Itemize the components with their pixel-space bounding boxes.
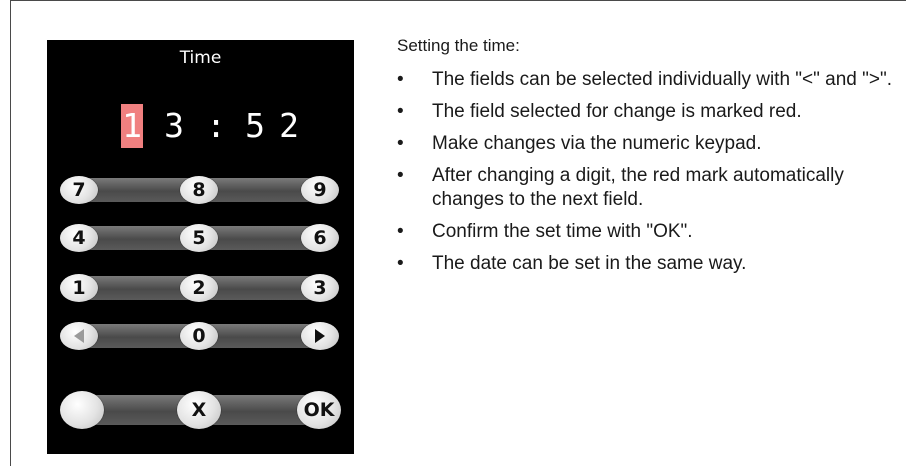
time-digit-hour-units[interactable]: 3	[163, 104, 185, 148]
instructions-panel: Setting the time: The fields can be sele…	[397, 36, 902, 284]
left-arrow-icon	[74, 329, 84, 343]
key-6[interactable]: 6	[301, 224, 339, 252]
instruction-item: After changing a digit, the red mark aut…	[397, 164, 902, 212]
instruction-item: Confirm the set time with "OK".	[397, 220, 902, 244]
screen-title: Time	[179, 48, 222, 68]
key-8[interactable]: 8	[180, 176, 218, 204]
key-0[interactable]: 0	[180, 322, 218, 350]
key-5[interactable]: 5	[180, 224, 218, 252]
time-digit-hour-tens[interactable]: 1	[121, 104, 143, 148]
keypad-row-4: 0	[60, 322, 339, 350]
keypad-row-5: X OK	[60, 391, 341, 429]
key-4[interactable]: 4	[60, 224, 98, 252]
keypad-row-3: 1 2 3	[60, 274, 339, 302]
key-2[interactable]: 2	[180, 274, 218, 302]
instruction-item: The fields can be selected individually …	[397, 68, 902, 92]
key-7[interactable]: 7	[60, 176, 98, 204]
instructions-intro: Setting the time:	[397, 36, 520, 55]
key-3[interactable]: 3	[301, 274, 339, 302]
right-arrow-icon	[315, 329, 325, 343]
instruction-item: Make changes via the numeric keypad.	[397, 132, 902, 156]
keypad-row-2: 4 5 6	[60, 224, 339, 252]
keypad-row-1: 7 8 9	[60, 176, 339, 204]
ok-key[interactable]: OK	[297, 391, 341, 429]
time-digit-minute-tens[interactable]: 5	[244, 104, 266, 148]
key-9[interactable]: 9	[301, 176, 339, 204]
left-arrow-key[interactable]	[60, 322, 98, 350]
cancel-key[interactable]: X	[177, 391, 221, 429]
instruction-item: The date can be set in the same way.	[397, 252, 902, 276]
blank-key[interactable]	[60, 391, 104, 429]
time-display: 1 3 : 5 2	[47, 104, 354, 148]
instructions-list: The fields can be selected individually …	[397, 68, 902, 276]
time-separator: :	[206, 106, 226, 145]
time-digit-minute-units[interactable]: 2	[278, 104, 300, 148]
device-screen: Time 1 3 : 5 2 7 8 9 4 5 6 1 2 3 0 X OK	[47, 40, 354, 454]
instruction-item: The field selected for change is marked …	[397, 100, 902, 124]
right-arrow-key[interactable]	[301, 322, 339, 350]
key-1[interactable]: 1	[60, 274, 98, 302]
